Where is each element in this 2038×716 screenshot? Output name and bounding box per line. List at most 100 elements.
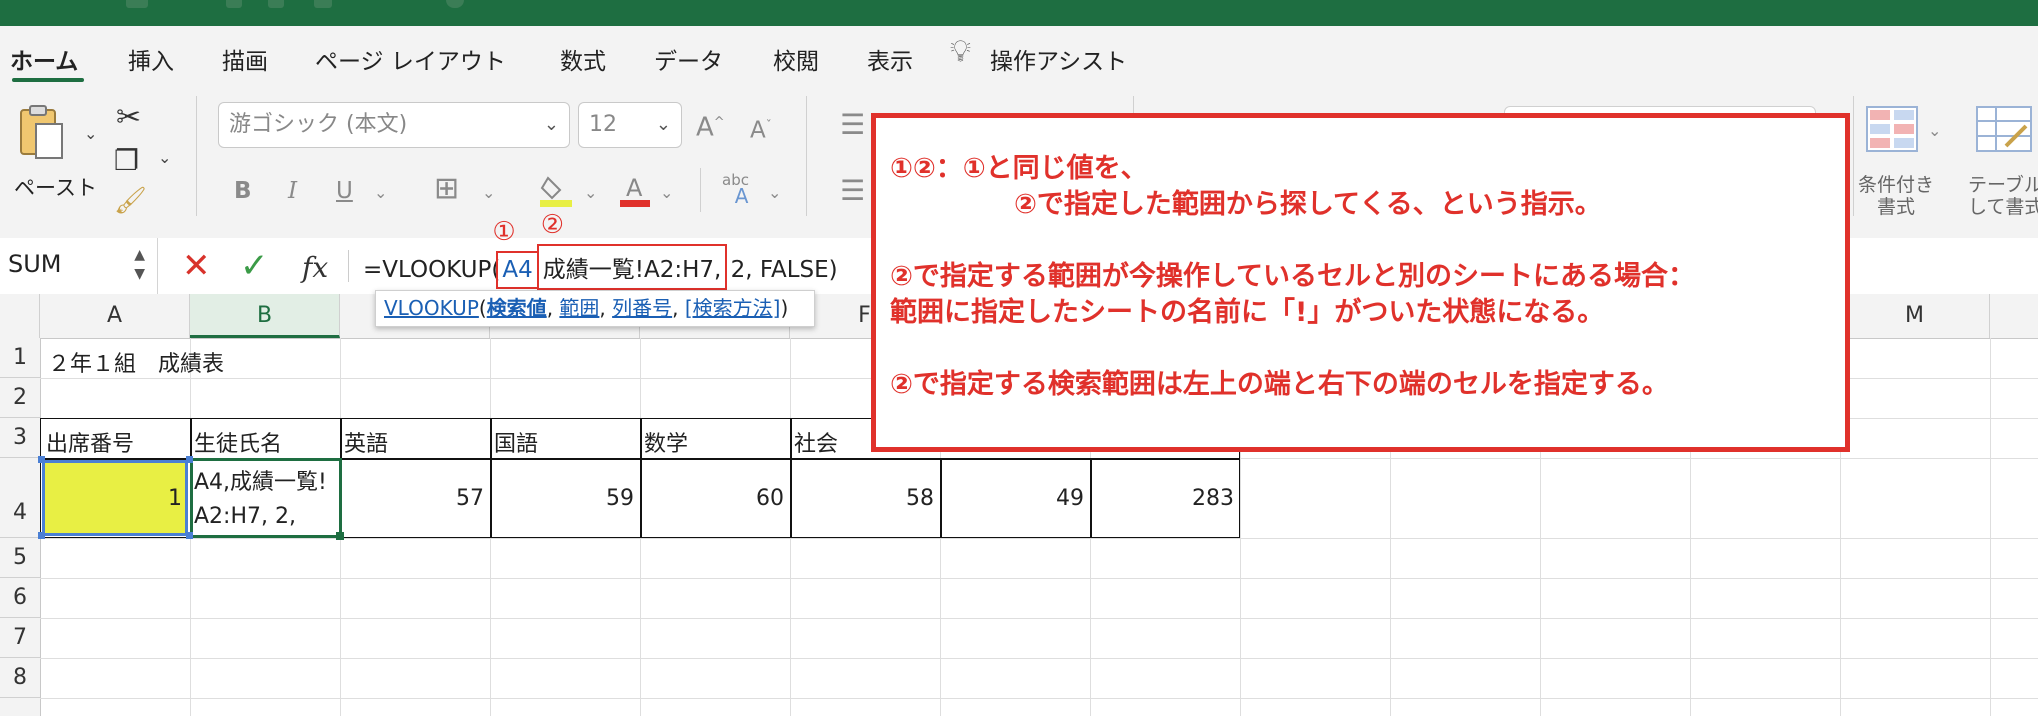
cell-b3[interactable]: 生徒氏名 [194, 426, 282, 458]
format-painter-icon[interactable]: 🖌︎ [114, 186, 147, 216]
select-all-corner[interactable] [0, 294, 40, 338]
name-box[interactable]: SUM ▲ ▼ [0, 238, 158, 294]
row-header-6[interactable]: 6 [0, 578, 40, 618]
font-color-icon[interactable]: A [620, 172, 650, 208]
format-as-table-label[interactable]: テーブル して書式 [1968, 174, 2038, 218]
underline-button[interactable]: U [336, 176, 353, 206]
range-handle[interactable] [38, 532, 45, 539]
fill-handle[interactable] [336, 532, 344, 540]
tab-view[interactable]: 表示 [867, 42, 913, 76]
marker-2: ② [540, 210, 565, 240]
font-name-select[interactable]: 游ゴシック (本文) ⌄ [218, 102, 570, 148]
increase-font-size-icon[interactable]: A^ [696, 108, 725, 143]
tab-formulas[interactable]: 数式 [560, 42, 606, 76]
cell-b4-line1[interactable]: A4,成績一覧! [194, 464, 327, 496]
format-as-table-icon[interactable] [1976, 106, 2032, 152]
tooltip-sep: , [599, 296, 613, 320]
borders-dropdown-icon[interactable]: ⌄ [482, 178, 495, 208]
annotation-line-1: ①②：①と同じ値を、 [890, 153, 1148, 184]
cell-c4[interactable]: 57 [346, 486, 484, 511]
italic-button[interactable]: I [288, 176, 297, 206]
font-name-value: 游ゴシック (本文) [229, 112, 408, 137]
save-icon[interactable] [226, 0, 242, 8]
paste-label[interactable]: ペースト [14, 172, 97, 202]
cell-f3[interactable]: 社会 [794, 426, 838, 458]
bold-button[interactable]: B [234, 176, 252, 206]
enter-icon[interactable]: ✓ [240, 246, 269, 286]
column-header-b[interactable]: B [190, 294, 340, 338]
phonetic-icon[interactable]: abc A [722, 172, 749, 206]
tooltip-sep: , [672, 296, 685, 320]
more-icon[interactable] [446, 0, 464, 8]
cell-c3[interactable]: 英語 [344, 426, 388, 458]
cell-g4[interactable]: 49 [946, 486, 1084, 511]
phonetic-dropdown-icon[interactable]: ⌄ [768, 178, 781, 208]
tab-page-layout[interactable]: ページ レイアウト [315, 42, 506, 76]
formula-divider [348, 250, 349, 282]
tab-home[interactable]: ホーム [10, 42, 78, 76]
cond-format-dropdown-icon[interactable]: ⌄ [1928, 116, 1941, 146]
row-header-4[interactable]: 4 [0, 458, 40, 538]
decrease-font-size-icon[interactable]: Aˇ [750, 110, 772, 146]
tooltip-arg-range-lookup[interactable]: [検索方法] [685, 296, 781, 320]
tooltip-arg-range[interactable]: 範囲 [559, 296, 599, 320]
cut-icon[interactable]: ✂ [116, 100, 141, 135]
copy-dropdown-icon[interactable]: ⌄ [158, 148, 171, 167]
tooltip-arg-col-index[interactable]: 列番号 [612, 296, 672, 320]
cell-b4-line2[interactable]: A2:H7, 2, [194, 504, 296, 529]
column-header-a[interactable]: A [40, 294, 190, 338]
conditional-formatting-icon[interactable] [1866, 106, 1918, 152]
row-header-1[interactable]: 1 [0, 338, 40, 378]
undo-icon[interactable] [268, 0, 284, 8]
cell-d4[interactable]: 59 [496, 486, 634, 511]
borders-icon[interactable]: ⊞ [434, 174, 459, 204]
tab-review[interactable]: 校閲 [773, 42, 819, 76]
row-header-7[interactable]: 7 [0, 618, 40, 658]
formula-prefix: =VLOOKUP( [363, 257, 501, 283]
paste-icon[interactable] [18, 104, 64, 160]
redo-icon[interactable] [314, 0, 332, 8]
cell-f4[interactable]: 58 [796, 486, 934, 511]
highlight-box-2 [536, 244, 728, 290]
cell-a4[interactable]: 1 [50, 486, 182, 511]
tab-insert[interactable]: 挿入 [128, 42, 174, 76]
row-header-2[interactable]: 2 [0, 378, 40, 418]
range-handle[interactable] [186, 456, 193, 463]
toolbar-icon[interactable] [126, 0, 148, 8]
ribbon-divider [806, 96, 807, 216]
formula-input[interactable]: =VLOOKUP(① A4 ② 成績一覧!A2:H7, 2, FALSE) [363, 210, 838, 290]
fill-color-dropdown-icon[interactable]: ⌄ [584, 178, 597, 208]
tooltip-function-link[interactable]: VLOOKUP [384, 296, 479, 320]
copy-icon[interactable]: ❐ [114, 144, 139, 177]
tooltip-arg-lookup-value[interactable]: 検索値 [487, 296, 547, 320]
column-header-m[interactable]: M [1840, 294, 1990, 338]
cell-e3[interactable]: 数学 [644, 426, 688, 458]
cell-a1[interactable]: ２年１組 成績表 [48, 346, 224, 378]
formula-suffix: 2, FALSE) [723, 257, 838, 283]
name-box-stepper-icon[interactable]: ▲ ▼ [134, 246, 145, 284]
conditional-formatting-label[interactable]: 条件付き 書式 [1858, 174, 1934, 218]
cell-d3[interactable]: 国語 [494, 426, 538, 458]
ribbon-divider [700, 168, 701, 212]
row-header-5[interactable]: 5 [0, 538, 40, 578]
row-header-3[interactable]: 3 [0, 418, 40, 458]
cell-a3[interactable]: 出席番号 [46, 426, 134, 458]
font-color-dropdown-icon[interactable]: ⌄ [660, 178, 673, 208]
cell-e4[interactable]: 60 [646, 486, 784, 511]
align-top-icon[interactable]: ☰ [840, 110, 865, 140]
range-handle[interactable] [38, 456, 45, 463]
range-handle[interactable] [186, 532, 193, 539]
tell-me-assist[interactable]: 操作アシスト [990, 42, 1127, 76]
paste-dropdown-icon[interactable]: ⌄ [84, 124, 97, 143]
row-header-8[interactable]: 8 [0, 658, 40, 698]
cell-h4[interactable]: 283 [1096, 486, 1234, 511]
align-left-icon[interactable]: ☰ [840, 176, 865, 206]
tab-data[interactable]: データ [654, 42, 723, 76]
tab-draw[interactable]: 描画 [222, 42, 268, 76]
fill-color-icon[interactable] [540, 172, 572, 208]
font-size-select[interactable]: 12 ⌄ [578, 102, 682, 148]
insert-function-icon[interactable]: fx [302, 248, 328, 288]
font-size-value: 12 [589, 112, 617, 137]
underline-dropdown-icon[interactable]: ⌄ [374, 178, 387, 208]
cancel-icon[interactable]: ✕ [182, 246, 211, 286]
